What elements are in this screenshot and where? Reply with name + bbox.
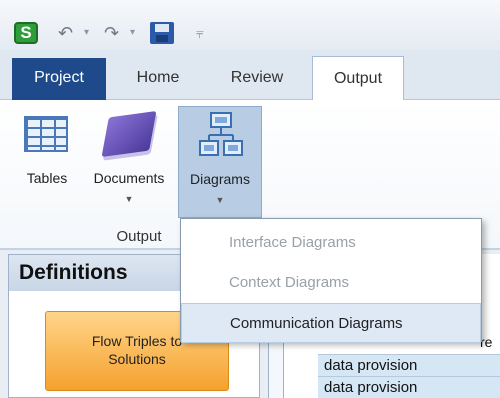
ribbon-group-label: Output bbox=[116, 228, 162, 245]
tab-project[interactable]: Project bbox=[12, 58, 106, 100]
diagrams-label: Diagrams bbox=[190, 171, 250, 187]
app-icon[interactable]: S bbox=[14, 22, 38, 44]
save-icon[interactable] bbox=[150, 22, 174, 44]
diagrams-button[interactable]: Diagrams ▼ bbox=[178, 106, 262, 218]
table-row[interactable]: data provision bbox=[318, 376, 500, 398]
ribbon-tab-bar: Project Home Review Output bbox=[0, 50, 500, 101]
redo-dropdown-icon[interactable]: ▾ bbox=[130, 27, 135, 38]
tab-output[interactable]: Output bbox=[312, 56, 404, 101]
redo-icon[interactable]: ↷ bbox=[104, 22, 119, 44]
documents-icon bbox=[101, 110, 157, 158]
tables-label: Tables bbox=[26, 170, 68, 186]
tab-review[interactable]: Review bbox=[210, 56, 304, 100]
documents-button[interactable]: Documents ▼ bbox=[84, 106, 174, 218]
chevron-down-icon: ▼ bbox=[215, 195, 225, 205]
tab-home[interactable]: Home bbox=[120, 56, 196, 100]
table-icon bbox=[24, 116, 68, 152]
quick-access-toolbar: S ↶ ▾ ↷ ▾ ⫧ bbox=[0, 0, 500, 50]
documents-label: Documents bbox=[93, 170, 165, 186]
customize-qat-icon[interactable]: ⫧ bbox=[196, 22, 204, 44]
undo-dropdown-icon[interactable]: ▾ bbox=[84, 27, 89, 38]
diagrams-icon bbox=[199, 112, 243, 156]
menu-item-interface-diagrams[interactable]: Interface Diagrams bbox=[181, 223, 481, 263]
tables-button[interactable]: Tables bbox=[16, 106, 78, 218]
undo-icon[interactable]: ↶ bbox=[58, 22, 73, 44]
menu-item-communication-diagrams[interactable]: Communication Diagrams bbox=[181, 303, 481, 343]
flow-button-label-line2: Solutions bbox=[108, 351, 166, 367]
menu-item-context-diagrams[interactable]: Context Diagrams bbox=[181, 263, 481, 303]
diagrams-dropdown-menu: Interface Diagrams Context Diagrams Comm… bbox=[180, 218, 482, 343]
chevron-down-icon: ▼ bbox=[124, 194, 134, 204]
table-row[interactable]: data provision bbox=[318, 354, 500, 376]
